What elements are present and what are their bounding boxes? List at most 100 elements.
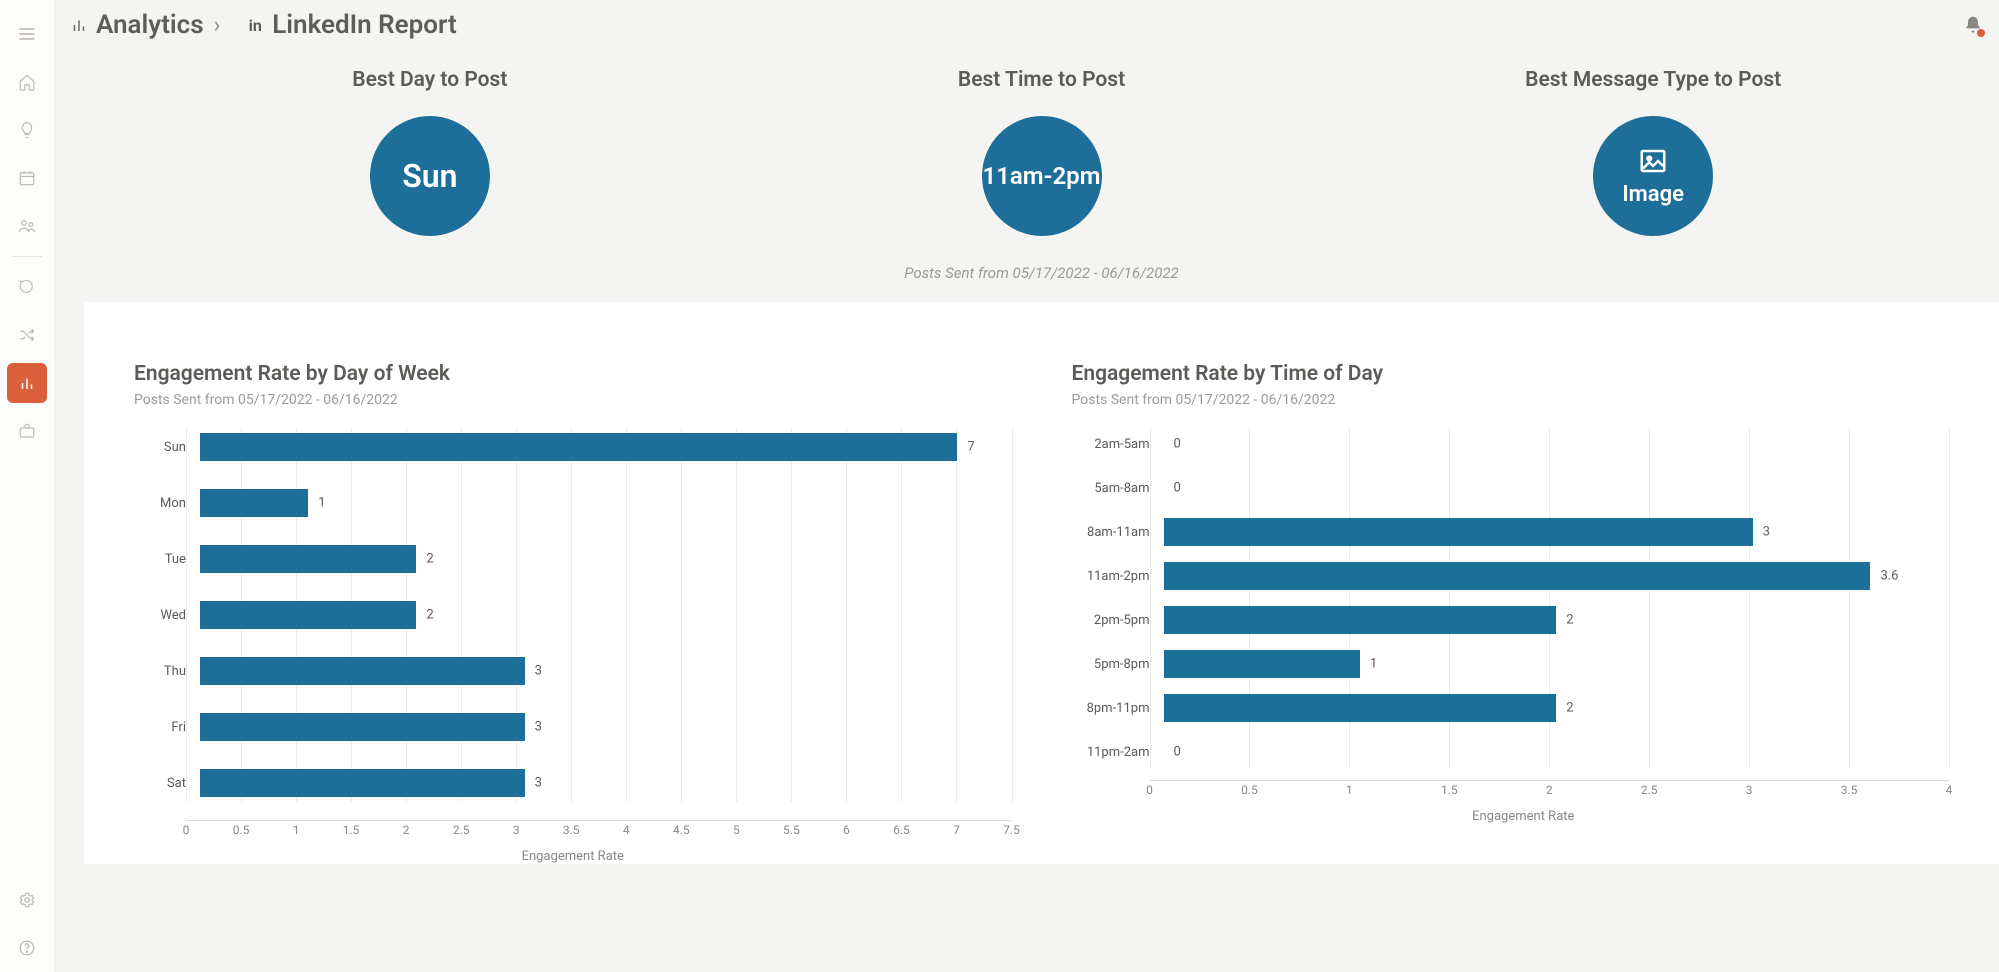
bar-row: 2pm-5pm 2 <box>1072 604 1950 636</box>
bar-row: Sat 3 <box>134 764 1012 802</box>
chart-axis: 00.511.522.533.54 <box>1150 780 1950 803</box>
bar-value-label: 2 <box>1566 613 1573 628</box>
chart-time-of-day: Engagement Rate by Time of Day Posts Sen… <box>1072 362 1950 864</box>
bar-category-label: 11am-2pm <box>1072 569 1164 584</box>
bar-row: Sun 7 <box>134 428 1012 466</box>
highlight-value-circle: 11am-2pm <box>982 116 1102 236</box>
bar-fill[interactable] <box>200 601 416 629</box>
chart-axis: 00.511.522.533.544.555.566.577.5 <box>186 820 1012 843</box>
analytics-icon[interactable] <box>7 363 47 403</box>
bar-value-label: 0 <box>1174 437 1181 452</box>
bar-value-label: 1 <box>1370 657 1377 672</box>
bar-fill[interactable] <box>1164 562 1871 590</box>
settings-icon[interactable] <box>7 880 47 920</box>
bar-value-label: 2 <box>1566 701 1573 716</box>
bar-fill[interactable] <box>200 657 525 685</box>
chart-bars: Sun 7 Mon1 Tue 2 Wed 2 Thu 3 Fri 3 Sat 3 <box>134 428 1012 802</box>
bar-category-label: 5pm-8pm <box>1072 657 1164 672</box>
highlight-value: Image <box>1622 182 1684 207</box>
bar-value-label: 3 <box>535 720 542 735</box>
linkedin-icon: in <box>244 14 266 36</box>
highlight-best-time: Best Time to Post 11am-2pm <box>736 68 1348 236</box>
bar-value-label: 7 <box>967 440 974 455</box>
bar-row: 5pm-8pm 1 <box>1072 648 1950 680</box>
chart-day-of-week: Engagement Rate by Day of Week Posts Sen… <box>134 362 1012 864</box>
bar-fill[interactable] <box>1164 694 1557 722</box>
help-icon[interactable] <box>7 928 47 968</box>
image-icon <box>1636 146 1670 176</box>
notification-dot <box>1977 29 1985 37</box>
bar-value-label: 2 <box>426 608 433 623</box>
bar-category-label: Sat <box>134 776 200 791</box>
highlight-value-circle: Image <box>1593 116 1713 236</box>
bar-category-label: Thu <box>134 664 200 679</box>
bar-category-label: Fri <box>134 720 200 735</box>
bar-fill[interactable] <box>1164 606 1557 634</box>
shuffle-icon[interactable] <box>7 315 47 355</box>
bar-row: 2am-5am 0 <box>1072 428 1950 460</box>
bar-value-label: 3 <box>1763 525 1770 540</box>
bar-fill[interactable] <box>200 433 957 461</box>
chart-subtitle: Posts Sent from 05/17/2022 - 06/16/2022 <box>134 392 1012 408</box>
bar-category-label: 8am-11am <box>1072 525 1164 540</box>
highlight-title: Best Day to Post <box>352 68 507 92</box>
highlight-value: 11am-2pm <box>982 163 1100 189</box>
bar-category-label: 2pm-5pm <box>1072 613 1164 628</box>
bar-fill[interactable] <box>1164 518 1753 546</box>
bar-category-label: 5am-8am <box>1072 481 1164 496</box>
highlights-panel: Best Day to Post Sun Best Time to Post 1… <box>84 50 1999 302</box>
highlight-title: Best Message Type to Post <box>1525 68 1781 92</box>
highlight-best-type: Best Message Type to Post Image <box>1347 68 1959 236</box>
chat-icon[interactable] <box>7 267 47 307</box>
bar-row: Wed 2 <box>134 596 1012 634</box>
menu-icon[interactable] <box>7 14 47 54</box>
sidebar <box>0 0 54 972</box>
bar-row: Thu 3 <box>134 652 1012 690</box>
chevron-right-icon: › <box>214 13 221 38</box>
briefcase-icon[interactable] <box>7 411 47 451</box>
topbar: Analytics › in LinkedIn Report <box>54 0 1999 50</box>
bar-row: Fri 3 <box>134 708 1012 746</box>
highlight-title: Best Time to Post <box>958 68 1125 92</box>
bar-category-label: Sun <box>134 440 200 455</box>
bar-category-label: Wed <box>134 608 200 623</box>
highlights-footer: Posts Sent from 05/17/2022 - 06/16/2022 <box>124 264 1959 282</box>
bar-category-label: 11pm-2am <box>1072 745 1164 760</box>
axis-label: Engagement Rate <box>134 849 1012 864</box>
bar-fill[interactable] <box>200 713 525 741</box>
bar-value-label: 3 <box>535 664 542 679</box>
chart-title: Engagement Rate by Time of Day <box>1072 362 1950 386</box>
bar-value-label: 3 <box>535 776 542 791</box>
bar-value-label: 0 <box>1174 481 1181 496</box>
bar-fill[interactable] <box>200 545 416 573</box>
bar-row: 11pm-2am 0 <box>1072 736 1950 768</box>
highlight-value-circle: Sun <box>370 116 490 236</box>
bar-category-label: 2am-5am <box>1072 437 1164 452</box>
notifications-icon[interactable] <box>1963 15 1983 35</box>
calendar-icon[interactable] <box>7 158 47 198</box>
analytics-crumb-icon <box>70 16 88 34</box>
bar-category-label: 8pm-11pm <box>1072 701 1164 716</box>
idea-icon[interactable] <box>7 110 47 150</box>
bar-fill[interactable] <box>1164 650 1360 678</box>
bar-value-label: 0 <box>1174 745 1181 760</box>
chart-bars: 2am-5am 0 5am-8am 0 8am-11am 3 11am-2pm3.6 2pm-… <box>1072 428 1950 768</box>
bar-row: 8am-11am 3 <box>1072 516 1950 548</box>
axis-label: Engagement Rate <box>1098 809 1950 824</box>
bar-fill[interactable] <box>200 769 525 797</box>
bar-category-label: Tue <box>134 552 200 567</box>
breadcrumb-section[interactable]: Analytics <box>96 10 204 40</box>
highlight-best-day: Best Day to Post Sun <box>124 68 736 236</box>
bar-fill[interactable] <box>200 489 308 517</box>
breadcrumb-page[interactable]: LinkedIn Report <box>272 10 456 40</box>
chart-title: Engagement Rate by Day of Week <box>134 362 1012 386</box>
bar-row: Mon1 <box>134 484 1012 522</box>
bar-category-label: Mon <box>134 496 200 511</box>
people-icon[interactable] <box>7 206 47 246</box>
bar-row: 8pm-11pm 2 <box>1072 692 1950 724</box>
bar-row: 11am-2pm3.6 <box>1072 560 1950 592</box>
sidebar-separator <box>12 256 42 257</box>
home-icon[interactable] <box>7 62 47 102</box>
bar-row: Tue 2 <box>134 540 1012 578</box>
bar-value-label: 2 <box>426 552 433 567</box>
